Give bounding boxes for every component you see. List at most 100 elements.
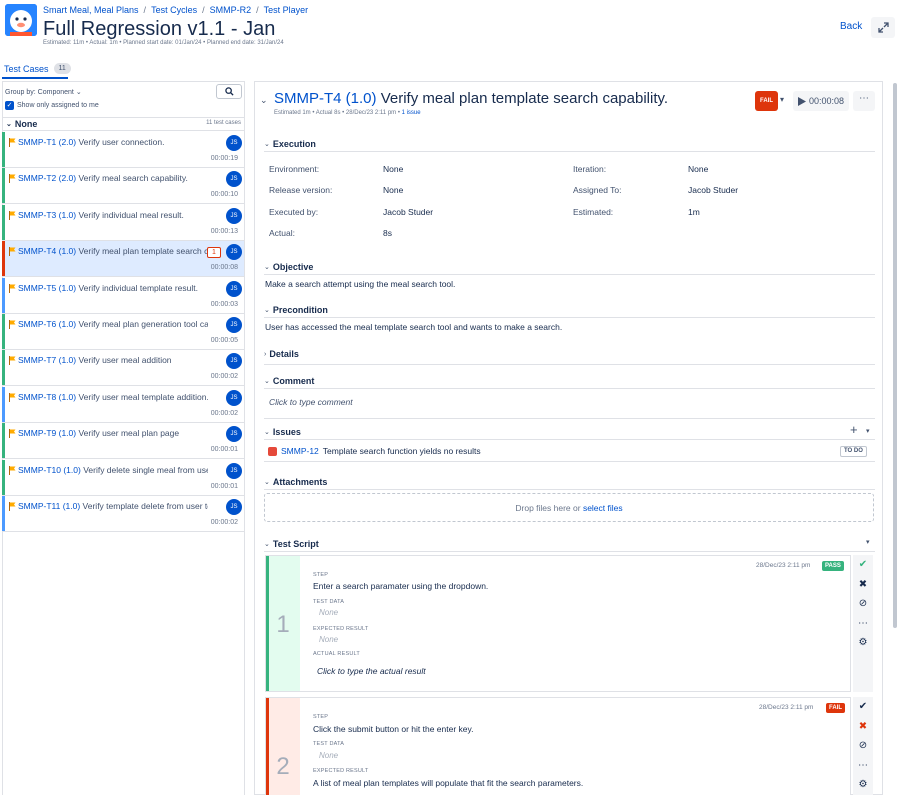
- iteration-value[interactable]: None: [688, 164, 708, 174]
- assigned-to-value[interactable]: Jacob Studer: [688, 185, 738, 195]
- test-case-key[interactable]: SMMP-T7 (1.0): [18, 355, 76, 365]
- scrollbar[interactable]: [893, 83, 897, 628]
- release-version-value[interactable]: None: [383, 185, 403, 195]
- divider: [264, 439, 875, 440]
- timer-button[interactable]: 00:00:08: [793, 91, 849, 111]
- test-case-key[interactable]: SMMP-T8 (1.0): [18, 392, 76, 402]
- more-actions-button[interactable]: ⋯: [853, 91, 875, 111]
- step-text[interactable]: Click the submit button or hit the enter…: [313, 724, 473, 734]
- breadcrumb-project[interactable]: Smart Meal, Meal Plans: [43, 5, 139, 15]
- flag-icon: [9, 502, 16, 511]
- avatar[interactable]: JS: [226, 426, 242, 443]
- fail-x-icon[interactable]: ✖: [859, 575, 867, 595]
- test-case-row[interactable]: SMMP-T8 (1.0) Verify user meal template …: [2, 386, 244, 423]
- step-text[interactable]: Enter a search paramater using the dropd…: [313, 581, 488, 591]
- script-options-chevron-icon[interactable]: ▾: [866, 538, 870, 546]
- pass-check-icon[interactable]: ✔: [859, 555, 867, 575]
- test-data-value[interactable]: None: [319, 751, 338, 760]
- add-issue-button[interactable]: +: [850, 422, 858, 437]
- test-case-row[interactable]: SMMP-T10 (1.0) Verify delete single meal…: [2, 459, 244, 496]
- tab-test-cases[interactable]: Test Cases 11: [4, 63, 71, 74]
- section-test-script[interactable]: ⌄ Test Script: [264, 539, 319, 549]
- environment-value[interactable]: None: [383, 164, 403, 174]
- group-by-dropdown[interactable]: Group by: Component ⌄: [5, 88, 82, 96]
- test-case-row[interactable]: SMMP-T6 (1.0) Verify meal plan generatio…: [2, 314, 244, 350]
- status-chevron-down-icon[interactable]: ▾: [780, 95, 784, 104]
- back-button[interactable]: Back: [840, 21, 862, 32]
- avatar[interactable]: JS: [226, 207, 242, 224]
- project-avatar-icon[interactable]: [5, 4, 37, 36]
- expected-result-value[interactable]: None: [319, 635, 338, 644]
- test-case-key[interactable]: SMMP-T2 (2.0): [18, 173, 76, 183]
- avatar[interactable]: JS: [226, 317, 242, 333]
- avatar[interactable]: JS: [226, 353, 242, 370]
- group-header-none[interactable]: ⌄ None 11 test cases: [2, 117, 245, 131]
- gear-icon[interactable]: ⚙: [859, 633, 868, 653]
- section-comment[interactable]: ⌄ Comment: [264, 376, 314, 386]
- more-icon[interactable]: ⋯: [858, 614, 868, 634]
- test-case-key[interactable]: SMMP-T4 (1.0): [18, 246, 76, 256]
- section-attachments[interactable]: ⌄ Attachments: [264, 477, 327, 487]
- test-case-row[interactable]: SMMP-T5 (1.0) Verify individual template…: [2, 277, 244, 314]
- test-case-row[interactable]: SMMP-T2 (2.0) Verify meal search capabil…: [2, 168, 244, 205]
- section-title: Precondition: [272, 305, 328, 315]
- issue-key[interactable]: SMMP-12: [281, 446, 319, 456]
- avatar[interactable]: JS: [226, 280, 242, 297]
- breadcrumb-test-cycles[interactable]: Test Cycles: [151, 5, 197, 15]
- test-case-row[interactable]: SMMP-T9 (1.0) Verify user meal plan page…: [2, 423, 244, 460]
- avatar[interactable]: JS: [226, 244, 242, 261]
- avatar[interactable]: JS: [226, 171, 242, 188]
- issue-count-link[interactable]: 1 issue: [402, 110, 421, 116]
- test-case-key[interactable]: SMMP-T5 (1.0): [18, 283, 76, 293]
- test-case-key[interactable]: SMMP-T3 (1.0): [18, 210, 76, 220]
- avatar[interactable]: JS: [226, 499, 242, 515]
- search-button[interactable]: [216, 84, 242, 99]
- blocked-icon[interactable]: ⊘: [859, 736, 867, 756]
- pass-check-icon[interactable]: ✔: [859, 697, 867, 717]
- more-icon[interactable]: ⋯: [858, 756, 868, 776]
- test-data-value[interactable]: None: [319, 608, 338, 617]
- add-issue-chevron-icon[interactable]: ▾: [866, 427, 870, 435]
- test-case-row[interactable]: SMMP-T7 (1.0) Verify user meal addition J…: [2, 350, 244, 387]
- test-case-row[interactable]: SMMP-T1 (2.0) Verify user connection. JS 0…: [2, 132, 244, 168]
- file-drop-zone[interactable]: Drop files here or select files: [264, 493, 874, 522]
- section-objective[interactable]: ⌄ Objective: [264, 262, 313, 272]
- only-assigned-checkbox[interactable]: ✓ Show only assigned to me: [5, 101, 99, 110]
- status-fail-button[interactable]: FAIL: [755, 91, 778, 111]
- test-case-row[interactable]: SMMP-T3 (1.0) Verify individual meal res…: [2, 204, 244, 241]
- expand-button[interactable]: [871, 17, 895, 38]
- actual-result-field[interactable]: Click to type the actual result: [317, 666, 426, 676]
- test-case-key[interactable]: SMMP-T9 (1.0): [18, 428, 76, 438]
- test-case-key[interactable]: SMMP-T11 (1.0): [18, 501, 80, 511]
- test-case-key[interactable]: SMMP-T1 (2.0): [18, 137, 76, 147]
- test-case-key[interactable]: SMMP-T10 (1.0): [18, 465, 81, 475]
- avatar[interactable]: JS: [226, 462, 242, 479]
- fail-x-icon[interactable]: ✖: [859, 717, 867, 737]
- test-case-key[interactable]: SMMP-T6 (1.0): [18, 319, 76, 329]
- collapse-chevron-icon[interactable]: ⌄: [260, 95, 268, 106]
- section-details[interactable]: › Details: [264, 349, 299, 359]
- breadcrumb-test-player[interactable]: Test Player: [264, 5, 309, 15]
- linked-issue[interactable]: SMMP-12 Template search function yields …: [268, 446, 481, 456]
- section-execution[interactable]: ⌄ Execution: [264, 139, 316, 149]
- actual-value[interactable]: 8s: [383, 228, 392, 238]
- breadcrumb-cycle[interactable]: SMMP-R2: [210, 5, 252, 15]
- flag-icon: [9, 356, 16, 366]
- test-case-row[interactable]: SMMP-T4 (1.0) Verify meal plan template …: [2, 241, 244, 278]
- group-by-label: Group by: Component: [5, 89, 74, 96]
- comment-field[interactable]: Click to type comment: [269, 397, 353, 407]
- gear-icon[interactable]: ⚙: [859, 775, 868, 795]
- section-precondition[interactable]: ⌄ Precondition: [264, 305, 328, 315]
- test-case-row[interactable]: SMMP-T11 (1.0) Verify template delete fr…: [2, 496, 244, 532]
- step-2-actions: ✔ ✖ ⊘ ⋯ ⚙: [853, 697, 873, 795]
- select-files-link[interactable]: select files: [583, 503, 623, 513]
- chevron-down-icon: ⌄: [264, 141, 270, 148]
- executed-by-value[interactable]: Jacob Studer: [383, 207, 433, 217]
- section-issues[interactable]: ⌄ Issues: [264, 427, 301, 437]
- expected-result-value[interactable]: A list of meal plan templates will popul…: [313, 778, 583, 788]
- estimated-value[interactable]: 1m: [688, 207, 700, 217]
- test-key[interactable]: SMMP-T4 (1.0): [274, 90, 377, 107]
- blocked-icon[interactable]: ⊘: [859, 594, 867, 614]
- avatar[interactable]: JS: [226, 389, 242, 406]
- avatar[interactable]: JS: [226, 135, 242, 151]
